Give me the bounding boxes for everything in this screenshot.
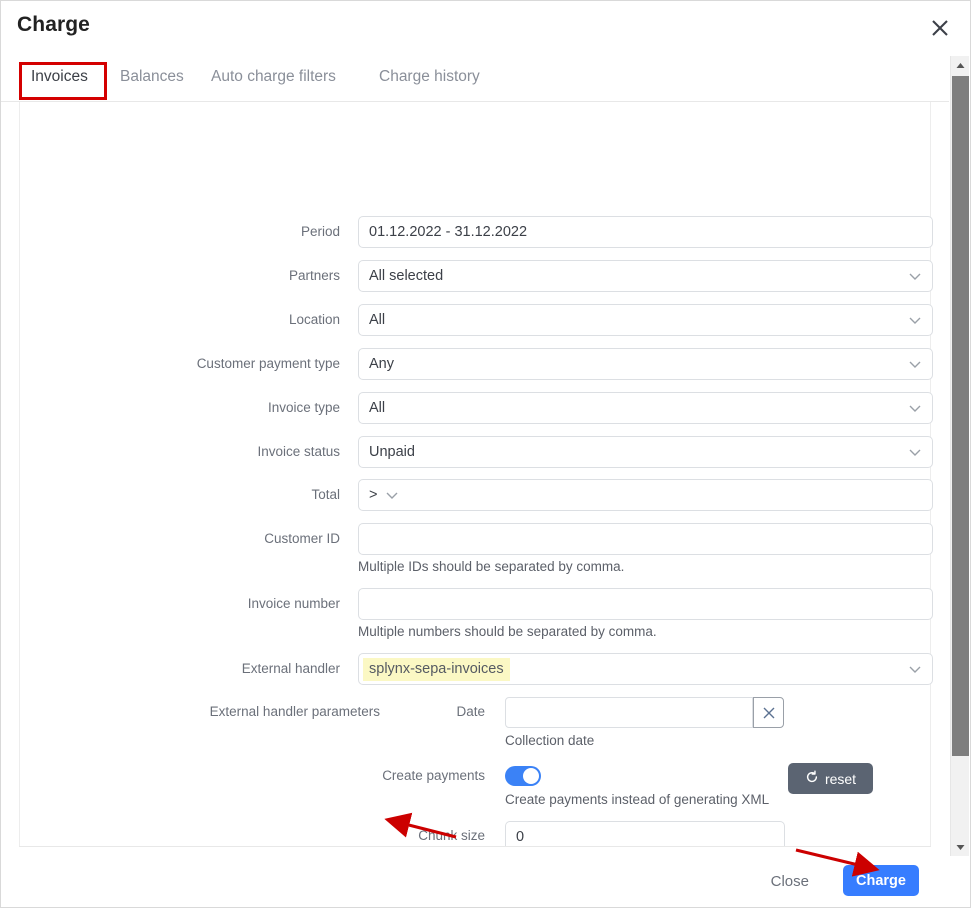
invoices-form: Period 01.12.2022 - 31.12.2022 Partners … (19, 102, 933, 893)
tab-bar: Invoices Balances Auto charge filters Ch… (1, 57, 949, 102)
invoice-type-label: Invoice type (267, 400, 340, 415)
chevron-down-icon (908, 662, 922, 676)
total-operator-select[interactable]: > (358, 479, 508, 511)
period-value: 01.12.2022 - 31.12.2022 (369, 224, 528, 240)
scroll-down-arrow-icon[interactable] (951, 838, 970, 856)
invoice-number-label: Invoice number (247, 596, 340, 611)
chevron-down-icon (908, 313, 922, 327)
partners-value: All selected (369, 268, 444, 284)
tab-invoices[interactable]: Invoices (29, 65, 90, 89)
location-label: Location (288, 312, 340, 327)
clear-date-icon[interactable] (753, 697, 784, 728)
chevron-down-icon (908, 357, 922, 371)
dialog-titlebar: Charge (1, 1, 970, 55)
invoice-status-select[interactable]: Unpaid (358, 436, 933, 468)
date-hint: Collection date (505, 733, 595, 748)
external-handler-label: External handler (241, 661, 340, 676)
invoice-number-hint: Multiple numbers should be separated by … (358, 624, 657, 639)
reset-button-label: reset (824, 770, 857, 787)
customer-id-hint: Multiple IDs should be separated by comm… (358, 559, 625, 574)
close-button[interactable]: Close (763, 867, 817, 896)
customer-payment-type-select[interactable]: Any (358, 348, 933, 380)
partners-label: Partners (288, 268, 340, 283)
period-label: Period (300, 224, 340, 239)
scroll-up-arrow-icon[interactable] (951, 56, 970, 74)
invoice-type-select[interactable]: All (358, 392, 933, 424)
external-handler-value: splynx-sepa-invoices (363, 657, 510, 681)
tab-balances[interactable]: Balances (118, 65, 186, 89)
chevron-down-icon (908, 269, 922, 283)
vertical-scrollbar[interactable] (950, 56, 969, 856)
date-label: Date (456, 704, 485, 719)
dialog-footer: Close Charge (19, 846, 931, 907)
total-operator-value: > (369, 487, 378, 503)
customer-payment-type-value: Any (369, 356, 394, 372)
refresh-icon (805, 770, 819, 787)
create-payments-toggle[interactable] (505, 766, 541, 786)
partners-select[interactable]: All selected (358, 260, 933, 292)
chunk-size-value: 0 (516, 828, 525, 845)
chevron-down-icon (908, 401, 922, 415)
total-label: Total (311, 487, 340, 502)
invoice-status-label: Invoice status (257, 444, 340, 459)
invoice-status-value: Unpaid (369, 444, 415, 460)
external-handler-parameters-label: External handler parameters (209, 704, 380, 719)
scrollbar-thumb[interactable] (952, 76, 969, 756)
chunk-size-label: Chunk size (418, 828, 485, 843)
total-value-input[interactable] (507, 479, 933, 511)
customer-id-label: Customer ID (264, 531, 340, 546)
create-payments-label: Create payments (382, 768, 485, 783)
customer-payment-type-label: Customer payment type (196, 356, 340, 371)
charge-button[interactable]: Charge (843, 865, 919, 896)
create-payments-hint: Create payments instead of generating XM… (505, 792, 770, 807)
location-select[interactable]: All (358, 304, 933, 336)
period-input[interactable]: 01.12.2022 - 31.12.2022 (358, 216, 933, 248)
external-handler-select[interactable]: splynx-sepa-invoices (358, 653, 933, 685)
toggle-knob (523, 768, 539, 784)
invoice-type-value: All (369, 400, 386, 416)
invoice-number-input[interactable] (358, 588, 933, 620)
chevron-down-icon (385, 488, 399, 502)
tab-auto-charge-filters[interactable]: Auto charge filters (209, 65, 338, 89)
tab-charge-history[interactable]: Charge history (377, 65, 482, 89)
page-title: Charge (17, 13, 90, 36)
date-input[interactable] (505, 697, 753, 728)
charge-dialog: Charge Invoices Balances Auto charge fil… (0, 0, 971, 908)
chevron-down-icon (908, 445, 922, 459)
reset-button[interactable]: reset (788, 763, 873, 794)
location-value: All (369, 312, 386, 328)
close-icon[interactable] (926, 14, 954, 42)
customer-id-input[interactable] (358, 523, 933, 555)
